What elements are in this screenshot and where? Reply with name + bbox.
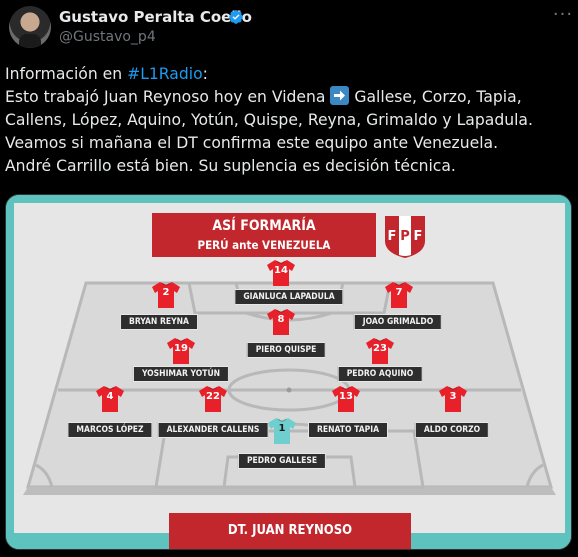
player-name-label: ALEXANDER CALLENS: [157, 422, 269, 438]
jersey-number: 14: [274, 265, 288, 276]
player-jersey-icon: 19: [166, 337, 196, 365]
graphic-subtitle: PERÚ ante VENEZUELA: [197, 238, 331, 252]
player-name-label: MARCOS LÓPEZ: [67, 422, 153, 438]
jersey-number: 13: [339, 391, 353, 402]
tweet-text-line: André Carrillo está bien. Su suplencia e…: [5, 157, 456, 175]
player-name-label: JOAO GRIMALDO: [353, 314, 443, 330]
player-jersey-icon: 13: [331, 385, 361, 413]
jersey-number: 2: [162, 287, 170, 298]
player-jersey-icon: 14: [266, 259, 296, 287]
lineup-graphic[interactable]: ASÍ FORMARÍA PERÚ ante VENEZUELA F P F 1…: [5, 194, 572, 550]
player-name-label: PIERO QUISPE: [246, 342, 326, 358]
player-name-label: ALDO CORZO: [414, 422, 490, 438]
author-name[interactable]: Gustavo Peralta Coello: [59, 8, 252, 26]
fpf-letter: P: [400, 229, 410, 244]
avatar[interactable]: [9, 6, 51, 48]
jersey-number: 7: [395, 287, 403, 298]
tweet-text-segment: Gallese, Corzo, Tapia,: [349, 88, 522, 106]
fpf-letter: F: [388, 229, 397, 244]
player-name-label: YOSHIMAR YOTÚN: [132, 366, 230, 382]
jersey-number: 1: [278, 423, 286, 434]
jersey-number: 23: [373, 343, 387, 354]
player-jersey-icon: 23: [365, 337, 395, 365]
player-jersey-icon: 7: [384, 281, 414, 309]
hashtag-link[interactable]: #L1Radio: [127, 65, 203, 83]
tweet-text-segment: :: [202, 65, 208, 83]
jersey-number: 19: [174, 343, 188, 354]
tweet-text-segment: Información en: [5, 65, 128, 83]
tweet-text-segment: Esto trabajó Juan Reynoso hoy en Videna: [5, 88, 326, 106]
player-name-label: PEDRO GALLESE: [237, 453, 327, 469]
player-jersey-icon: 8: [266, 308, 296, 336]
player-name-label: BRYAN REYNA: [120, 314, 198, 330]
verified-badge-icon: [229, 10, 243, 24]
player-jersey-icon: 2: [151, 281, 181, 309]
player-jersey-icon: 22: [198, 385, 228, 413]
player-jersey-icon: 4: [95, 385, 125, 413]
right-arrow-emoji-icon: [330, 86, 350, 105]
author-handle[interactable]: @Gustavo_p4: [59, 29, 156, 45]
jersey-number: 4: [106, 391, 114, 402]
graphic-title-box: ASÍ FORMARÍA PERÚ ante VENEZUELA: [152, 213, 376, 257]
player-name-label: GIANLUCA LAPADULA: [234, 289, 344, 305]
more-options-icon[interactable]: ···: [552, 6, 574, 27]
graphic-title: ASÍ FORMARÍA: [212, 218, 316, 234]
fpf-crest-icon: F P F: [385, 216, 425, 258]
jersey-number: 3: [449, 391, 457, 402]
tweet-text: Información en #L1Radio: Esto trabajó Ju…: [5, 63, 573, 178]
fpf-letter: F: [414, 229, 423, 244]
tweet-text-line: Veamos si mañana el DT confirma este equ…: [5, 134, 499, 152]
jersey-number: 8: [277, 314, 285, 325]
player-name-label: RENATO TAPIA: [308, 422, 388, 438]
jersey-number: 22: [206, 391, 220, 402]
player-name-label: PEDRO AQUINO: [337, 366, 423, 382]
coach-label: DT. JUAN REYNOSO: [169, 513, 411, 549]
tweet-text-line: Callens, López, Aquino, Yotún, Quispe, R…: [5, 111, 533, 129]
goalkeeper-jersey-icon: 1: [267, 417, 297, 445]
player-jersey-icon: 3: [438, 385, 468, 413]
